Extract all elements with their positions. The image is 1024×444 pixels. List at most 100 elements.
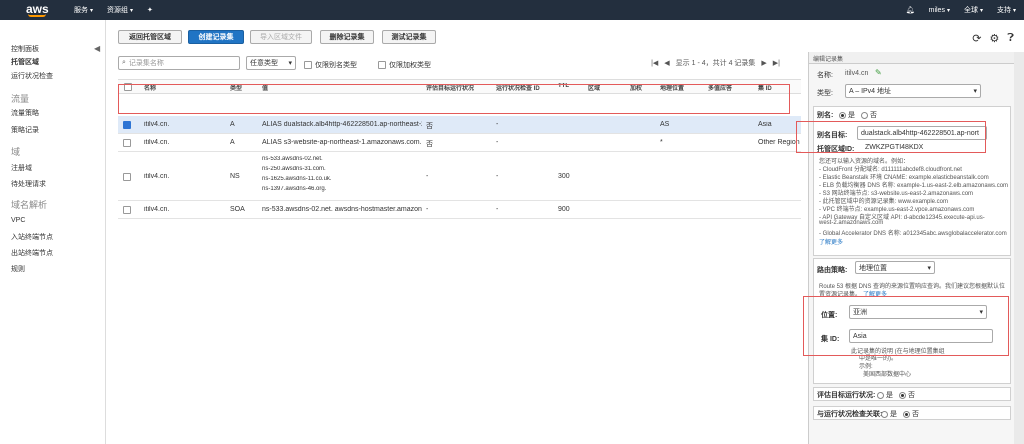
sidebar-item-registered-domains[interactable]: 注册域: [11, 163, 32, 173]
row-checkbox[interactable]: [123, 139, 131, 147]
alias-label: 别名:: [817, 112, 834, 119]
column-header[interactable]: 值: [262, 83, 268, 92]
cell-eval: 否: [426, 141, 433, 148]
cell-eval: -: [426, 173, 429, 180]
column-header[interactable]: 类型: [230, 83, 242, 92]
last-page-icon[interactable]: ▶|: [773, 59, 780, 67]
location-label: 位置:: [821, 312, 838, 319]
chevron-down-icon: ▾: [927, 264, 931, 272]
sidebar-item-rules[interactable]: 规则: [11, 264, 25, 274]
column-header[interactable]: 加权: [630, 83, 642, 92]
column-header[interactable]: 地理位置: [660, 83, 684, 92]
radio: [877, 391, 884, 399]
routing-policy-label: 路由策略:: [817, 267, 848, 274]
eval-no-radio[interactable]: 否: [899, 390, 915, 400]
chevron-down-icon: ▾: [1012, 8, 1016, 14]
region-menu[interactable]: 全球 ▾: [964, 5, 983, 15]
checkbox: [123, 139, 131, 147]
prev-page-icon[interactable]: ◀: [664, 59, 669, 67]
chevron-down-icon: ▾: [288, 60, 292, 67]
search-input[interactable]: ⌕ 记录集名称: [118, 56, 240, 70]
radio: [839, 111, 846, 119]
user-menu[interactable]: miles ▾: [929, 7, 950, 14]
row-checkbox[interactable]: [123, 206, 131, 214]
sidebar-item-hosted-zones[interactable]: 托管区域: [11, 57, 39, 67]
example-value: 美国西部数据中心: [863, 372, 912, 378]
weighted-only-checkbox[interactable]: 仅限加权类型: [378, 58, 431, 72]
first-page-icon[interactable]: |◀: [651, 59, 658, 67]
checkbox[interactable]: [378, 61, 386, 69]
column-header[interactable]: TTL: [558, 83, 569, 89]
panel-scrollbar[interactable]: [1014, 52, 1024, 444]
table-row[interactable]: itilv4.cn. A ALIAS dualstack.alb4http-46…: [118, 116, 801, 134]
create-record-set-button[interactable]: 创建记录集: [188, 30, 244, 44]
column-header[interactable]: 多值应答: [708, 83, 732, 92]
table-header: 名称 类型 值 评估目标运行状况 运行状况检查 ID TTL 区域 加权 地理位…: [118, 80, 801, 94]
pin-icon[interactable]: ✦: [147, 6, 153, 14]
cell-value: ns-250.awsdns-31.com.: [262, 166, 326, 172]
routing-policy-select[interactable]: 地理位置 ▾: [855, 261, 935, 274]
sidebar-item-pending-requests[interactable]: 待处理请求: [11, 179, 46, 189]
bell-icon[interactable]: 🔔︎: [906, 6, 915, 14]
cell-hc: -: [496, 139, 499, 146]
alias-target-input[interactable]: dualstack.alb4http-462228501.ap-nort: [857, 126, 987, 140]
set-id-input[interactable]: Asia: [849, 329, 993, 343]
row-checkbox[interactable]: [123, 121, 131, 129]
next-page-icon[interactable]: ▶: [761, 59, 766, 67]
help-icon[interactable]: ❓︎: [1007, 32, 1014, 45]
type-filter-select[interactable]: 任意类型 ▾: [246, 56, 296, 70]
cell-value: ns-1397.awsdns-46.org.: [262, 186, 327, 192]
column-header[interactable]: 名称: [144, 83, 156, 92]
hc-yes-radio[interactable]: 是: [881, 409, 897, 419]
type-select[interactable]: A – IPv4 地址 ▾: [845, 84, 981, 98]
alias-only-checkbox[interactable]: 仅限别名类型: [304, 58, 357, 72]
back-to-hosted-zones-button[interactable]: 返回托管区域: [118, 30, 182, 44]
sidebar: ◀ 控制面板 托管区域 运行状况检查 流量 流量策略 策略记录 域 注册域 待处…: [0, 20, 106, 444]
import-zone-file-button[interactable]: 导入区域文件: [250, 30, 312, 44]
column-header[interactable]: 区域: [588, 83, 600, 92]
cell-geo: AS: [660, 121, 670, 128]
column-header[interactable]: 运行状况检查 ID: [496, 83, 556, 92]
sidebar-item-dashboard[interactable]: 控制面板: [11, 44, 39, 54]
alias-no-radio[interactable]: 否: [861, 110, 877, 120]
gear-icon[interactable]: ⚙: [990, 32, 1000, 45]
eval-yes-radio[interactable]: 是: [877, 390, 893, 400]
sidebar-item-outbound-endpoints[interactable]: 出站终端节点: [11, 248, 53, 258]
hc-no-radio[interactable]: 否: [903, 409, 919, 419]
checkbox: [124, 83, 132, 91]
table-row[interactable]: itilv4.cn. SOA ns-533.awsdns-02.net. aws…: [118, 202, 801, 219]
test-record-set-button[interactable]: 测试记录集: [382, 30, 436, 44]
learn-more-link[interactable]: 了解更多: [819, 237, 843, 246]
sidebar-heading-domains: 域: [11, 147, 21, 157]
column-header[interactable]: 集 ID: [758, 83, 772, 92]
sidebar-item-vpc[interactable]: VPC: [11, 217, 25, 224]
table-row[interactable]: itilv4.cn. A ALIAS s3-website-ap-northea…: [118, 135, 801, 152]
location-select[interactable]: 亚洲 ▾: [849, 305, 987, 319]
column-header[interactable]: 评估目标运行状况: [426, 83, 494, 92]
row-checkbox[interactable]: [123, 173, 131, 181]
delete-record-set-button[interactable]: 删除记录集: [320, 30, 374, 44]
select-all-checkbox[interactable]: [124, 83, 132, 91]
pencil-icon[interactable]: ✎: [875, 68, 882, 77]
alias-yes-radio[interactable]: 是: [839, 110, 855, 120]
support-menu[interactable]: 支持 ▾: [997, 5, 1016, 15]
radio: [881, 410, 888, 418]
aws-logo[interactable]: aws: [26, 0, 50, 20]
services-menu[interactable]: 服务 ▾: [74, 5, 93, 15]
refresh-icon[interactable]: ⟳: [972, 32, 981, 45]
routing-learn-more-link[interactable]: 了解更多: [863, 289, 887, 298]
cell-eval: 否: [426, 123, 433, 130]
cell-eval: -: [426, 206, 429, 213]
sidebar-item-inbound-endpoints[interactable]: 入站终端节点: [11, 232, 53, 242]
checkbox[interactable]: [304, 61, 312, 69]
resource-groups-menu[interactable]: 资源组 ▾: [107, 5, 133, 15]
sidebar-item-health-checks[interactable]: 运行状况检查: [11, 71, 53, 81]
pagination-text: 显示 1 - 4，共计 4 记录集: [675, 60, 756, 67]
sidebar-item-policy-records[interactable]: 策略记录: [11, 125, 39, 135]
collapse-sidebar-icon[interactable]: ◀: [94, 44, 100, 53]
hosted-zone-id-value: ZWKZPGTI48KDX: [865, 144, 924, 151]
sidebar-item-traffic-policies[interactable]: 流量策略: [11, 108, 39, 118]
table-row[interactable]: itilv4.cn. NS ns-533.awsdns-02.net. ns-2…: [118, 153, 801, 201]
sidebar-heading-resolver: 域名解析: [11, 200, 48, 210]
cell-hc: -: [496, 121, 499, 128]
